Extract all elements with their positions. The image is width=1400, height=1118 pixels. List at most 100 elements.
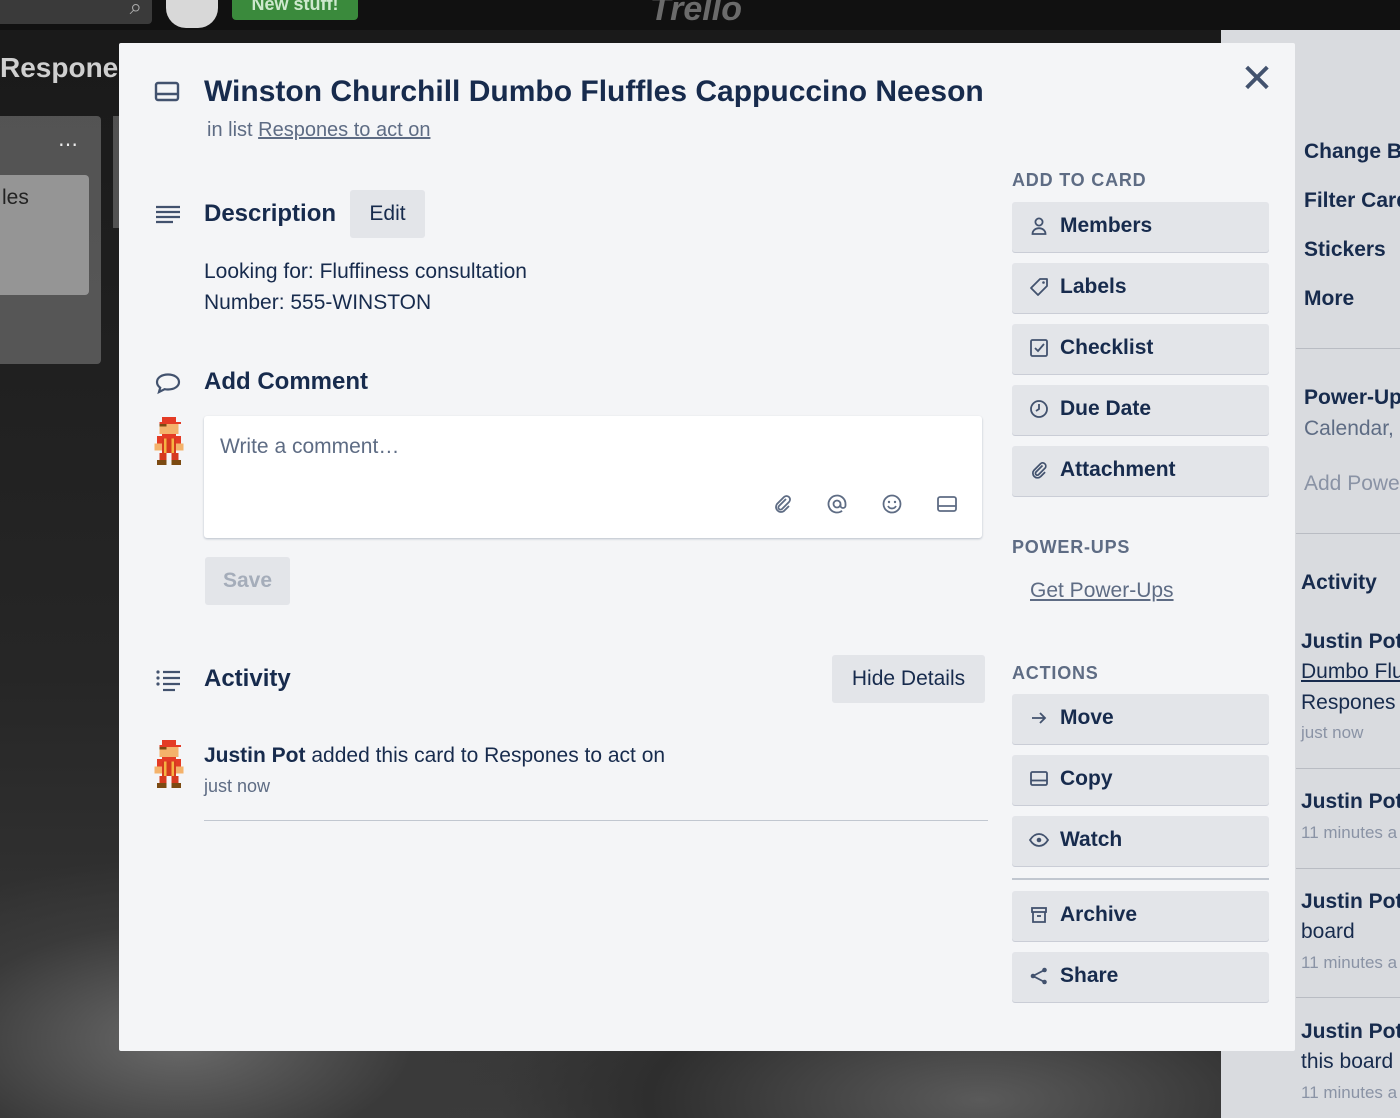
board-title[interactable]: Respones bbox=[0, 52, 134, 84]
move-button[interactable]: Move bbox=[1012, 694, 1269, 744]
card-detail-modal: ✕ Winston Churchill Dumbo Fluffles Cappu… bbox=[119, 43, 1295, 1051]
due-date-button[interactable]: Due Date bbox=[1012, 385, 1269, 435]
mention-icon[interactable] bbox=[825, 492, 849, 516]
menu-power-ups-list: Calendar, bbox=[1304, 417, 1394, 440]
card-icon bbox=[154, 81, 180, 102]
search-icon: ⌕ bbox=[129, 0, 142, 19]
menu-activity-user[interactable]: Justin Pot bbox=[1301, 890, 1400, 914]
menu-activity-time: 11 minutes a bbox=[1301, 953, 1398, 972]
menu-divider bbox=[1296, 768, 1400, 769]
menu-add-power-ups[interactable]: Add Powe bbox=[1304, 472, 1400, 496]
menu-item-more[interactable]: More bbox=[1304, 287, 1354, 311]
due-date-label: Due Date bbox=[1060, 397, 1152, 420]
menu-activity-user[interactable]: Justin Pot bbox=[1301, 1020, 1400, 1044]
menu-item-filter-cards[interactable]: Filter Card bbox=[1304, 189, 1400, 213]
avatar[interactable] bbox=[149, 417, 189, 465]
emoji-icon[interactable] bbox=[880, 492, 904, 516]
save-comment-button[interactable]: Save bbox=[205, 557, 290, 605]
menu-activity-time: 11 minutes a bbox=[1301, 1083, 1398, 1102]
menu-activity-time: 11 minutes a bbox=[1301, 823, 1398, 842]
person-icon bbox=[1031, 217, 1047, 235]
menu-activity-time: just now bbox=[1301, 723, 1364, 742]
menu-activity-text: board bbox=[1301, 920, 1355, 943]
attachment-button[interactable]: Attachment bbox=[1012, 446, 1269, 496]
menu-divider bbox=[1296, 997, 1400, 998]
labels-button[interactable]: Labels bbox=[1012, 263, 1269, 313]
in-list-label: in list bbox=[207, 119, 259, 141]
members-label: Members bbox=[1060, 214, 1153, 237]
power-ups-heading: POWER-UPS bbox=[1012, 537, 1131, 557]
description-icon bbox=[156, 205, 180, 224]
close-icon[interactable]: ✕ bbox=[1239, 59, 1275, 99]
checkbox-icon bbox=[1030, 339, 1048, 357]
activity-entry: Justin Pot added this card to Respones t… bbox=[204, 744, 665, 768]
menu-activity-user[interactable]: Justin Pot bbox=[1301, 790, 1400, 814]
menu-power-ups-title[interactable]: Power-Up bbox=[1304, 386, 1400, 410]
list-card-title: les bbox=[2, 186, 29, 209]
members-button[interactable]: Members bbox=[1012, 202, 1269, 252]
list-link[interactable]: Respones to act on bbox=[258, 119, 430, 141]
activity-heading: Activity bbox=[204, 665, 291, 692]
attachment-icon[interactable] bbox=[770, 492, 794, 516]
menu-item-change-background[interactable]: Change B bbox=[1304, 140, 1400, 164]
checklist-button[interactable]: Checklist bbox=[1012, 324, 1269, 374]
card-icon bbox=[1030, 771, 1048, 786]
menu-activity-text: this board bbox=[1301, 1050, 1394, 1073]
watch-label: Watch bbox=[1060, 828, 1123, 851]
description-heading: Description bbox=[204, 200, 337, 227]
tag-icon bbox=[1030, 278, 1048, 296]
archive-icon bbox=[1031, 907, 1047, 923]
comment-input[interactable]: Write a comment… bbox=[204, 416, 982, 538]
share-button[interactable]: Share bbox=[1012, 952, 1269, 1002]
menu-divider bbox=[1296, 868, 1400, 869]
arrow-right-icon bbox=[1032, 712, 1047, 724]
menu-activity-text: Respones bbox=[1301, 691, 1396, 714]
add-to-card-heading: ADD TO CARD bbox=[1012, 170, 1147, 190]
activity-icon bbox=[156, 670, 180, 692]
menu-activity-user[interactable]: Justin Pot bbox=[1301, 630, 1400, 654]
header-bar: ⌕ New stuff! Trello bbox=[0, 0, 1400, 30]
share-icon bbox=[1030, 967, 1047, 985]
menu-divider bbox=[1296, 348, 1400, 349]
activity-user[interactable]: Justin Pot bbox=[204, 744, 306, 767]
actions-divider bbox=[1012, 878, 1269, 880]
app-logo[interactable]: Trello bbox=[650, 0, 742, 29]
add-comment-heading: Add Comment bbox=[204, 368, 368, 395]
actions-heading: ACTIONS bbox=[1012, 663, 1099, 683]
move-label: Move bbox=[1060, 706, 1114, 729]
comment-placeholder: Write a comment… bbox=[220, 435, 400, 458]
archive-label: Archive bbox=[1060, 903, 1138, 926]
attachment-label: Attachment bbox=[1060, 458, 1176, 481]
new-stuff-button[interactable]: New stuff! bbox=[232, 0, 358, 20]
card-title[interactable]: Winston Churchill Dumbo Fluffles Cappucc… bbox=[204, 75, 984, 109]
description-text[interactable]: Looking for: Fluffiness consultation bbox=[204, 260, 527, 284]
card-list-breadcrumb: in list Respones to act on bbox=[207, 119, 430, 142]
menu-activity-title: Activity bbox=[1301, 571, 1377, 594]
hide-details-button[interactable]: Hide Details bbox=[832, 655, 985, 703]
search-input[interactable]: ⌕ bbox=[0, 0, 152, 24]
clock-icon bbox=[1030, 400, 1048, 418]
archive-button[interactable]: Archive bbox=[1012, 891, 1269, 941]
get-power-ups-link[interactable]: Get Power-Ups bbox=[1030, 579, 1174, 603]
menu-item-stickers[interactable]: Stickers bbox=[1304, 238, 1386, 262]
edit-description-button[interactable]: Edit bbox=[350, 190, 425, 238]
description-text[interactable]: Number: 555-WINSTON bbox=[204, 291, 431, 315]
paperclip-icon bbox=[1032, 462, 1047, 479]
comment-icon bbox=[155, 373, 181, 395]
checklist-label: Checklist bbox=[1060, 336, 1154, 359]
activity-time[interactable]: just now bbox=[204, 776, 270, 797]
labels-label: Labels bbox=[1060, 275, 1127, 298]
share-label: Share bbox=[1060, 964, 1119, 987]
avatar[interactable] bbox=[149, 740, 189, 788]
activity-action: added this card to Respones to act on bbox=[305, 744, 666, 767]
card-icon[interactable] bbox=[935, 492, 959, 516]
eye-icon bbox=[1028, 833, 1050, 847]
menu-activity-card-link[interactable]: Dumbo Flu bbox=[1301, 660, 1400, 684]
list-menu-icon[interactable]: ⋯ bbox=[58, 132, 79, 157]
menu-divider bbox=[1296, 533, 1400, 534]
watch-button[interactable]: Watch bbox=[1012, 816, 1269, 866]
mascot-logo bbox=[166, 0, 218, 28]
copy-button[interactable]: Copy bbox=[1012, 755, 1269, 805]
copy-label: Copy bbox=[1060, 767, 1113, 790]
activity-divider bbox=[204, 820, 988, 821]
